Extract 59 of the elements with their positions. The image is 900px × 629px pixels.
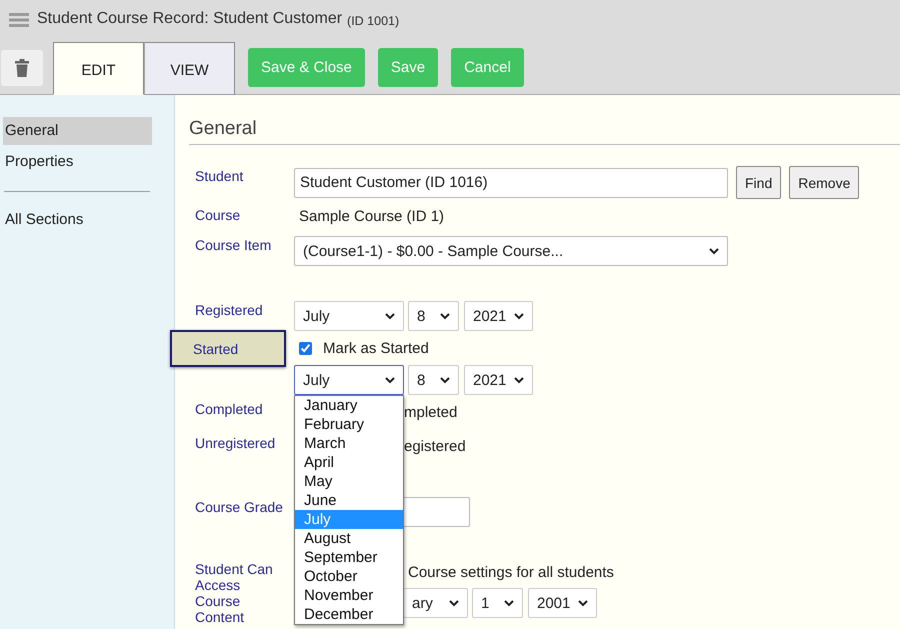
year-select[interactable]: 2021 (464, 301, 533, 331)
window-title: Student Course Record: Student Customer (37, 10, 342, 28)
chevron-icon (578, 600, 588, 606)
field-label: Student Can Access Course Content (195, 561, 274, 625)
month-option[interactable]: January (295, 396, 403, 415)
day-select[interactable]: 8 (408, 365, 459, 395)
month-option[interactable]: February (295, 415, 403, 434)
checkbox-label: mpleted (404, 403, 458, 423)
day-select[interactable]: 8 (408, 301, 459, 331)
chevron-icon (385, 376, 395, 384)
option-label: Course settings for all students (408, 563, 614, 583)
year-select[interactable]: 2021 (464, 365, 533, 395)
field-label: Course (195, 207, 240, 223)
field-label: Course Grade (195, 499, 283, 515)
tab[interactable]: VIEW (144, 42, 235, 95)
student-field[interactable]: Student Customer (ID 1016) (294, 168, 728, 198)
chevron-icon (440, 312, 450, 320)
sidebar-item[interactable]: Properties (3, 148, 152, 176)
chevron-icon (709, 248, 719, 254)
field-button[interactable]: Find (736, 166, 782, 199)
chevron-icon (449, 600, 459, 606)
month-option[interactable]: September (295, 548, 403, 567)
section-heading: General (189, 118, 900, 145)
field-label: Course Item (195, 237, 272, 253)
month-option[interactable]: November (295, 586, 403, 605)
field-button[interactable]: Remove (789, 166, 860, 199)
tab[interactable]: EDIT (53, 42, 144, 95)
month-option[interactable]: March (295, 434, 403, 453)
field-label: Registered (195, 302, 263, 318)
month-option[interactable]: May (295, 472, 403, 491)
month-option[interactable]: December (295, 605, 403, 624)
started-checkbox[interactable] (299, 342, 312, 355)
delete-button[interactable] (0, 49, 44, 87)
checkbox-label: egistered (404, 437, 466, 457)
month-select[interactable]: July (294, 365, 404, 395)
chevron-icon (440, 376, 450, 384)
chevron-icon (385, 312, 395, 320)
chevron-icon (514, 312, 524, 320)
sidebar-item[interactable]: All Sections (3, 206, 152, 234)
chevron-icon (514, 376, 524, 384)
field-label: Student (195, 168, 244, 184)
day-select[interactable]: 1 (472, 588, 523, 618)
month-select[interactable]: July (294, 301, 404, 331)
course-item-select[interactable]: (Course1-1) - $0.00 - Sample Course... (294, 236, 728, 266)
month-select[interactable]: ary (404, 588, 468, 618)
field-label: Unregistered (195, 435, 276, 451)
month-option[interactable]: April (295, 453, 403, 472)
month-option[interactable]: June (295, 491, 403, 510)
checkbox-label: Mark as Started (323, 340, 429, 357)
sidebar-item[interactable]: General (3, 117, 152, 145)
chevron-icon (504, 600, 514, 606)
year-select[interactable]: 2001 (528, 588, 597, 618)
field-label: Started (170, 330, 286, 367)
record-id: (ID 1001) (347, 14, 400, 28)
month-option[interactable]: October (295, 567, 403, 586)
field-value: Sample Course (ID 1) (298, 207, 444, 227)
trash-icon (15, 59, 29, 77)
month-option[interactable]: August (295, 529, 403, 548)
field-label: Completed (195, 401, 263, 417)
